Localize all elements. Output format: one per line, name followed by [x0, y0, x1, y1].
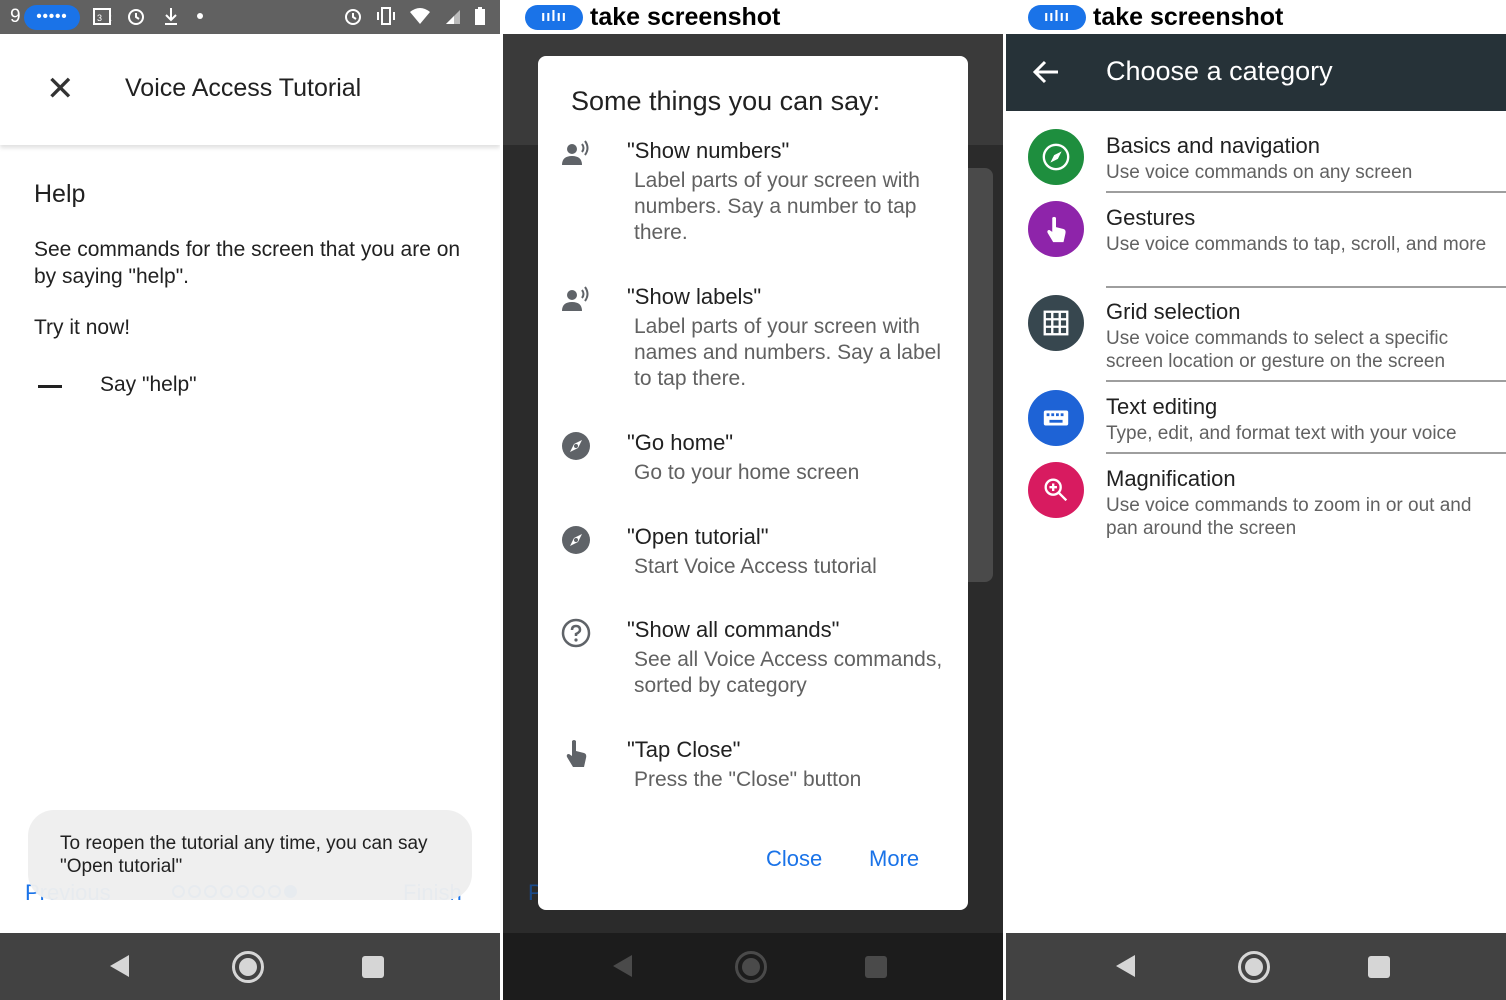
status-time: 9	[10, 6, 21, 27]
category-title: Gestures	[1106, 205, 1196, 230]
category-description: Use voice commands to tap, scroll, and m…	[1106, 234, 1487, 255]
category-toolbar: Choose a category	[1006, 34, 1506, 111]
step-say-help: Say "help"	[100, 373, 197, 396]
compass-icon	[560, 524, 592, 556]
vibrate-icon	[377, 6, 396, 25]
voice-icon	[560, 138, 592, 170]
category-description: Use voice commands on any screen	[1106, 162, 1413, 183]
category-divider	[1106, 380, 1506, 382]
back-arrow-icon[interactable]	[1030, 56, 1062, 88]
status-bar: ıılıı take screenshot	[1006, 0, 1506, 34]
try-now-text: Try it now!	[34, 316, 131, 339]
step-dash-icon	[38, 385, 62, 388]
navigation-bar	[503, 933, 1003, 1000]
command-description: Start Voice Access tutorial	[634, 555, 877, 578]
commands-dialog: Some things you can say: "Show numbers" L…	[538, 56, 968, 910]
tutorial-toolbar: ✕ Voice Access Tutorial	[0, 34, 500, 145]
close-button[interactable]: Close	[766, 846, 822, 872]
command-description: Label parts of your screen with numbers.…	[634, 169, 920, 244]
help-heading: Help	[34, 180, 86, 208]
category-divider	[1106, 286, 1506, 288]
recents-nav-icon[interactable]	[1368, 956, 1390, 978]
category-divider	[1106, 452, 1506, 454]
command-name: "Tap Close"	[627, 737, 741, 762]
notification-icons: 31	[92, 5, 205, 27]
page-title: Voice Access Tutorial	[125, 74, 362, 102]
voice-access-pill[interactable]: •••••	[24, 5, 80, 30]
voice-access-pill[interactable]: ıılıı	[525, 5, 583, 30]
command-description: Go to your home screen	[634, 461, 860, 484]
keyboard-icon	[1028, 390, 1084, 446]
voice-icon	[560, 284, 592, 316]
command-name: "Show numbers"	[627, 138, 790, 163]
status-bar: ıılıı take screenshot	[503, 0, 1003, 34]
help-description: See commands for the screen that you are…	[34, 238, 461, 288]
compass-icon	[1028, 129, 1084, 185]
category-title: Basics and navigation	[1106, 133, 1321, 158]
tap-icon	[1028, 201, 1084, 257]
voice-command-title: take screenshot	[1093, 3, 1284, 31]
back-nav-icon[interactable]	[613, 955, 632, 977]
grid-icon	[1028, 295, 1084, 351]
page-title: Choose a category	[1106, 56, 1333, 86]
download-icon	[164, 7, 177, 25]
category-description: Use voice commands to select a specific …	[1106, 328, 1449, 372]
zoom-in-icon	[1028, 462, 1084, 518]
voice-access-pill[interactable]: ıılıı	[1028, 5, 1086, 30]
dialog-title: Some things you can say:	[571, 86, 881, 116]
tutorial-screen: 9 ••••• 31 ✕ Voice Access Tutorial Help …	[0, 0, 500, 1000]
command-description: See all Voice Access commands, sorted by…	[634, 648, 943, 697]
wifi-icon	[410, 7, 431, 24]
commands-dialog-screen: ıılıı take screenshot P Some things you …	[503, 0, 1003, 1000]
navigation-bar	[0, 933, 500, 1000]
back-nav-icon[interactable]	[110, 955, 129, 977]
status-bar: 9 ••••• 31	[0, 0, 500, 34]
close-icon[interactable]: ✕	[46, 72, 75, 106]
calendar-icon: 31	[93, 7, 116, 25]
tap-icon	[560, 737, 592, 769]
command-name: "Open tutorial"	[627, 524, 769, 549]
recents-nav-icon[interactable]	[865, 956, 887, 978]
svg-text:31: 31	[97, 13, 112, 23]
dot-icon	[196, 12, 203, 19]
voice-command-title: take screenshot	[590, 3, 781, 31]
category-description: Type, edit, and format text with your vo…	[1106, 423, 1457, 444]
back-nav-icon[interactable]	[1116, 955, 1135, 977]
system-icons	[343, 5, 486, 27]
category-title: Grid selection	[1106, 299, 1241, 324]
category-divider	[1106, 191, 1506, 193]
compass-icon	[560, 430, 592, 462]
recents-nav-icon[interactable]	[362, 956, 384, 978]
help-circle-icon	[560, 617, 592, 649]
home-nav-icon[interactable]	[735, 951, 767, 983]
command-name: "Show labels"	[627, 284, 762, 309]
home-nav-icon[interactable]	[232, 951, 264, 983]
alarm-icon	[128, 8, 145, 25]
category-description: Use voice commands to zoom in or out and…	[1106, 495, 1472, 539]
category-title: Magnification	[1106, 466, 1236, 491]
reopen-tutorial-toast: To reopen the tutorial any time, you can…	[28, 810, 472, 900]
category-title: Text editing	[1106, 394, 1218, 419]
more-button[interactable]: More	[869, 846, 919, 872]
home-nav-icon[interactable]	[1238, 951, 1270, 983]
battery-icon	[475, 6, 485, 25]
navigation-bar	[1006, 933, 1506, 1000]
command-name: "Go home"	[627, 430, 734, 455]
category-screen: ıılıı take screenshot Choose a category …	[1006, 0, 1506, 1000]
signal-icon	[445, 9, 460, 24]
command-description: Label parts of your screen with names an…	[634, 315, 942, 390]
command-description: Press the "Close" button	[634, 768, 862, 791]
alarm-icon	[344, 8, 361, 25]
command-name: "Show all commands"	[627, 617, 840, 642]
